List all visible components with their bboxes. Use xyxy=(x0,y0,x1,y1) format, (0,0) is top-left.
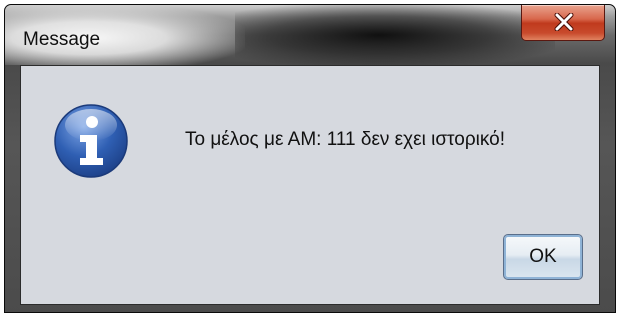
close-button[interactable] xyxy=(521,5,605,41)
message-dialog-window: Message Το μέλος με ΑΜ: 111 δεν εχει ιστ… xyxy=(4,4,616,313)
dialog-body: Το μέλος με ΑΜ: 111 δεν εχει ιστορικό! O… xyxy=(20,65,600,305)
info-icon xyxy=(54,104,128,178)
window-title: Message xyxy=(23,29,101,50)
titlebar-shade xyxy=(235,5,555,65)
message-text: Το μέλος με ΑΜ: 111 δεν εχει ιστορικό! xyxy=(185,129,505,150)
ok-button[interactable]: OK xyxy=(503,234,583,280)
close-icon xyxy=(554,13,574,31)
